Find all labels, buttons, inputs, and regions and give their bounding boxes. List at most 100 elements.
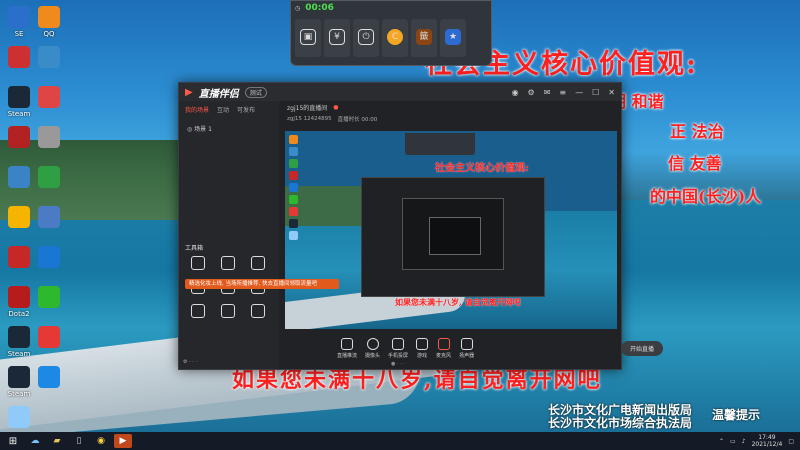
tool-8[interactable] <box>213 304 243 320</box>
notification-icon[interactable]: ▢ <box>788 438 794 445</box>
eye-icon: ◎ <box>187 126 193 133</box>
toolbar-button-3[interactable]: ⏻ <box>353 19 379 57</box>
wallpaper-values-line3: 信 友善 <box>668 154 722 173</box>
toolbar-button-2[interactable]: ¥ <box>324 19 350 57</box>
desktop-icon[interactable] <box>26 86 72 110</box>
tool-2[interactable] <box>213 256 243 272</box>
nested-preview-3 <box>429 217 481 255</box>
control-push[interactable]: 直播推流 <box>337 337 357 359</box>
session-timer: 00:06 <box>305 3 334 13</box>
tool-icon <box>191 304 205 318</box>
windows-icon: ⊞ <box>8 435 18 447</box>
sidebar-footer: ⚙ · · · <box>183 359 198 365</box>
game-b-icon: 籤 <box>416 28 432 45</box>
volume-icon[interactable]: ♪ <box>742 438 746 445</box>
scene-item[interactable]: ◎ 场景 1 <box>179 118 279 139</box>
maximize-icon[interactable]: ☐ <box>592 88 599 97</box>
desktop-icon[interactable] <box>26 326 72 350</box>
toolbar-button-5[interactable]: 籤 <box>411 19 437 57</box>
tool-3[interactable] <box>243 256 273 272</box>
desktop-icon[interactable] <box>26 366 72 390</box>
toolbox-header: 工具箱 <box>185 245 204 252</box>
menu-icon[interactable]: ≡ <box>559 88 566 97</box>
app-icon <box>38 326 60 348</box>
folder-icon: ▰ <box>53 436 61 446</box>
tray-up-icon[interactable]: ⌃ <box>719 438 724 445</box>
tab-scenes[interactable]: 我的场景 <box>185 105 209 114</box>
clock-icon: ◷ <box>295 4 301 12</box>
tab-interact[interactable]: 互动 <box>217 105 229 114</box>
minimize-icon[interactable]: — <box>575 88 583 97</box>
close-icon[interactable]: ✕ <box>608 88 615 97</box>
app-icon <box>38 166 60 188</box>
desktop-icon[interactable] <box>26 166 72 190</box>
tool-7[interactable] <box>183 304 213 320</box>
toolbar-button-1[interactable]: ▣ <box>295 19 321 57</box>
tool-1[interactable] <box>183 256 213 272</box>
control-camera[interactable]: 摄像头 <box>365 337 380 359</box>
taskbar-clock[interactable]: 17:49 2021/12/4 <box>752 434 783 448</box>
desktop-icon[interactable] <box>26 246 72 270</box>
desktop-icon[interactable]: QQ <box>26 6 72 38</box>
tab-publish[interactable]: 可发布 <box>237 105 255 114</box>
desktop-icon[interactable] <box>26 126 72 150</box>
taskbar-app-3[interactable]: ▯ <box>70 434 88 448</box>
taskbar-app-1[interactable]: ☁ <box>26 434 44 448</box>
tool-icon <box>221 256 235 270</box>
taskbar-app-4[interactable]: ◉ <box>92 434 110 448</box>
settings-icon[interactable]: ⚙ <box>528 88 535 97</box>
game-c-icon: ★ <box>445 28 461 45</box>
network-icon[interactable]: ▭ <box>730 438 736 445</box>
toolbar-button-6[interactable]: ★ <box>440 19 466 57</box>
file-icon: ▯ <box>76 436 82 446</box>
room-tag: 直播时长 00:00 <box>337 117 378 123</box>
wallpaper-values-line4: 的中国(长沙)人 <box>650 187 762 206</box>
start-live-button[interactable]: 开始直播 <box>620 340 663 356</box>
desktop-icon-label: Dota2 <box>8 310 30 318</box>
shop-icon: ▣ <box>300 28 316 45</box>
live-dot-icon: ● <box>333 103 339 111</box>
desktop-icon[interactable] <box>26 206 72 230</box>
control-mic[interactable]: 麦克风 <box>436 337 451 359</box>
app-icon <box>38 286 60 308</box>
cafe-toolbar-buttons: ▣ ¥ ⏻ C 籤 ★ <box>291 15 491 61</box>
taskbar-app-5[interactable]: ▶ <box>114 434 132 448</box>
message-icon[interactable]: ✉ <box>544 88 551 97</box>
room-header: zgj15的直播间 ● <box>283 101 621 113</box>
app-main: zgj15的直播间 ● zgj15 12424895 直播时长 00:00 社会… <box>283 101 663 369</box>
app-titlebar: ▶ 直播伴侣 测试 ◉ ⚙ ✉ ≡ — ☐ ✕ <box>179 83 621 101</box>
control-phone[interactable]: 手机投屏 <box>388 337 408 359</box>
control-speaker[interactable]: 扬声器 <box>459 337 474 359</box>
preview-toolbar <box>405 133 475 155</box>
game-a-icon: C <box>387 28 403 45</box>
desktop-icon[interactable] <box>0 406 42 430</box>
app-icon <box>38 86 60 108</box>
desktop-icon-label: Steam <box>7 390 31 398</box>
room-subheader: zgj15 12424895 直播时长 00:00 <box>283 113 621 125</box>
app-sidebar: 我的场景 互动 可发布 ◎ 场景 1 工具箱 精选化妆上线, 当场所播推荐, 快… <box>179 101 339 369</box>
desktop-icon[interactable] <box>26 46 72 70</box>
version-badge: 测试 <box>244 86 267 98</box>
app-icon <box>38 6 60 28</box>
start-button[interactable]: ⊞ <box>4 434 22 448</box>
tool-icon <box>221 304 235 318</box>
desktop-icon[interactable] <box>26 286 72 310</box>
tool-icon <box>251 256 265 270</box>
avatar-icon[interactable]: ◉ <box>512 88 519 97</box>
wallpaper-notice: 温馨提示 <box>712 408 761 422</box>
promo-tip[interactable]: 精选化妆上线, 当场所播推荐, 快去直播间领取流量吧 <box>185 279 339 289</box>
app-title: 直播伴侣 <box>198 88 239 100</box>
tool-icon <box>251 304 265 318</box>
control-game[interactable]: 游戏 <box>416 337 429 359</box>
tool-9[interactable] <box>243 304 273 320</box>
clock-time: 17:49 <box>758 434 776 441</box>
nested-preview-2 <box>402 198 504 270</box>
live-preview[interactable]: 社会主义核心价值观: 如果您未满十八岁, 请自觉离开网吧 <box>285 131 617 329</box>
app-icon <box>38 126 60 148</box>
taskbar-app-2[interactable]: ▰ <box>48 434 66 448</box>
toolbar-button-4[interactable]: C <box>382 19 408 57</box>
sidebar-tabs: 我的场景 互动 可发布 <box>179 101 279 118</box>
browser-icon: ◉ <box>97 436 105 446</box>
preview-desktop-icons <box>289 135 299 243</box>
wallpaper-bureau-2: 长沙市文化市场综合执法局 <box>548 416 693 430</box>
